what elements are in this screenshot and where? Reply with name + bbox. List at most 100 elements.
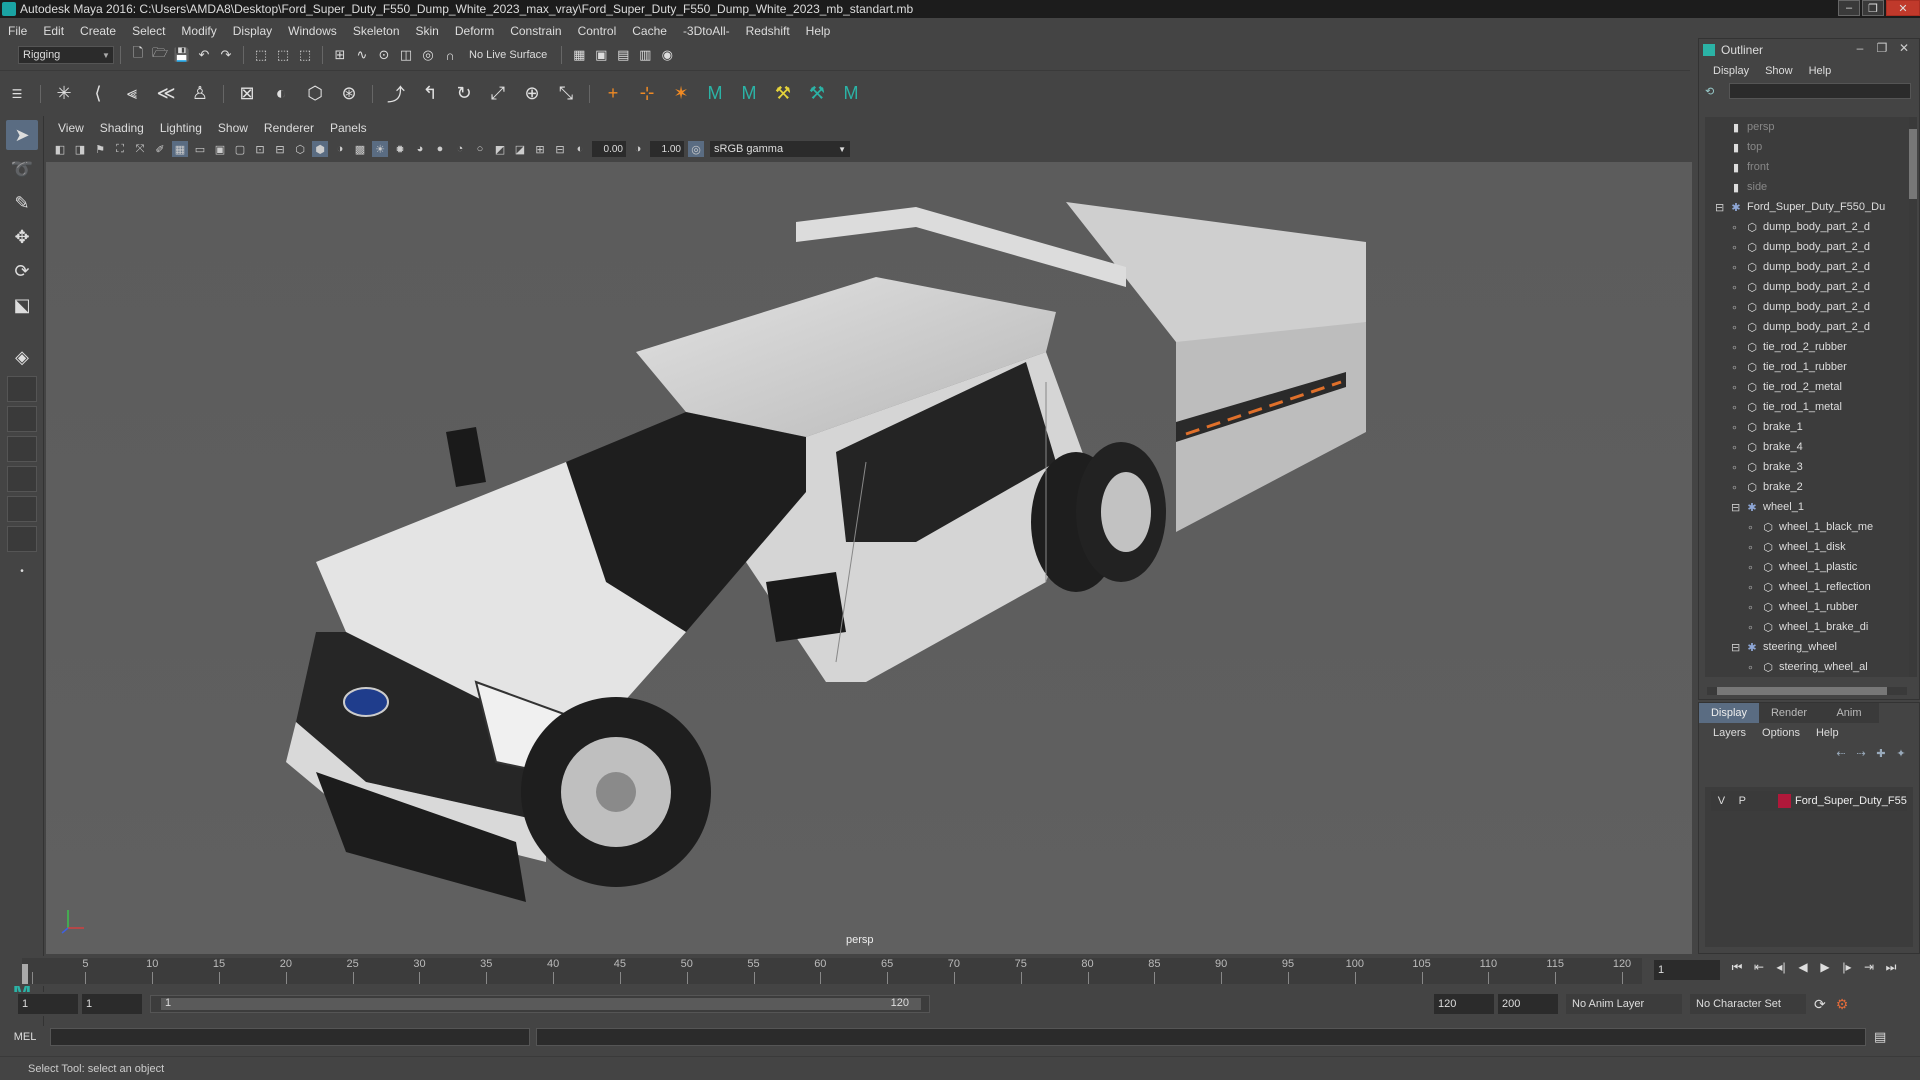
outliner-item[interactable]: ∘ ⬡ tie_rod_1_metal — [1705, 397, 1909, 417]
outliner-maximize-button[interactable]: ❐ — [1871, 41, 1893, 55]
playback-start-field[interactable]: 1 — [82, 994, 142, 1014]
menu-display[interactable]: Display — [225, 24, 280, 38]
shelf-options-icon[interactable]: ☰ — [3, 80, 31, 108]
viewport-menu-lighting[interactable]: Lighting — [152, 121, 210, 135]
ipr-render-icon[interactable]: ▤ — [614, 46, 632, 64]
shadows-icon[interactable]: ✹ — [392, 141, 408, 157]
outliner-item[interactable]: ∘ ⬡ wheel_1_black_me — [1705, 517, 1909, 537]
outliner-menu-help[interactable]: Help — [1801, 65, 1840, 77]
new-scene-icon[interactable]: 🗋 — [129, 45, 147, 64]
ik-handle-icon[interactable]: ⟨ — [84, 80, 112, 108]
play-forwards-icon[interactable]: ▶ — [1814, 960, 1836, 980]
outliner-item[interactable]: ⊟ ✱ wheel_1 — [1705, 497, 1909, 517]
menu-set-dropdown[interactable]: Rigging ▼ — [18, 46, 114, 64]
gamma-field[interactable]: 1.00 — [650, 141, 684, 157]
outliner-item[interactable]: ∘ ⬡ brake_2 — [1705, 477, 1909, 497]
outliner-item[interactable]: ∘ ⬡ dump_body_part_2_d — [1705, 257, 1909, 277]
outliner-item[interactable]: ∘ ⬡ dump_body_part_2_d — [1705, 317, 1909, 337]
outliner-item[interactable]: ⊟ ✱ Ford_Super_Duty_F550_Du — [1705, 197, 1909, 217]
ik-spline-icon[interactable]: ⫷ — [118, 80, 146, 108]
viewport-menu-show[interactable]: Show — [210, 121, 256, 135]
lasso-tool-icon[interactable]: ➰ — [6, 154, 38, 184]
select-object-icon[interactable]: ⬚ — [274, 46, 292, 64]
isolate-select-icon[interactable]: ◩ — [492, 141, 508, 157]
snap-magnet-icon[interactable]: ∩ — [441, 46, 459, 64]
snap-curve-icon[interactable]: ∿ — [353, 46, 371, 64]
exposure-field[interactable]: 0.00 — [592, 141, 626, 157]
screen-space-ao-icon[interactable]: ◕ — [412, 141, 428, 157]
joint-tool-icon[interactable]: ✳ — [50, 80, 78, 108]
tab-anim[interactable]: Anim — [1819, 703, 1879, 723]
humanik-icon[interactable]: ♙ — [186, 80, 214, 108]
menu-redshift[interactable]: Redshift — [738, 24, 798, 38]
step-forward-frame-icon[interactable]: |▸ — [1836, 960, 1858, 980]
viewport-3d-scene[interactable]: persp — [46, 162, 1692, 954]
viewport-menu-renderer[interactable]: Renderer — [256, 121, 322, 135]
new-layer-from-selection-icon[interactable]: ✦ — [1891, 747, 1911, 760]
animation-start-field[interactable]: 1 — [18, 994, 78, 1014]
layer-color-swatch[interactable] — [1777, 794, 1791, 808]
exposure-icon[interactable]: ◐ — [572, 141, 588, 157]
select-tool-icon[interactable]: ➤ — [6, 120, 38, 150]
redo-icon[interactable]: ↷ — [217, 46, 235, 64]
command-language-toggle[interactable]: MEL — [0, 1031, 50, 1043]
driven-key-icon[interactable]: ⊹ — [633, 80, 661, 108]
maximize-button[interactable]: ❐ — [1862, 0, 1884, 16]
menu-help[interactable]: Help — [798, 24, 839, 38]
viewport-menu-panels[interactable]: Panels — [322, 121, 375, 135]
render-view-icon[interactable]: ▦ — [570, 46, 588, 64]
menu-skeleton[interactable]: Skeleton — [345, 24, 408, 38]
collapse-icon[interactable]: ⊟ — [1731, 641, 1745, 654]
layer-visibility-toggle[interactable]: V — [1711, 795, 1732, 807]
color-management-icon[interactable]: ◎ — [688, 141, 704, 157]
step-forward-key-icon[interactable]: ⇥ — [1858, 960, 1880, 980]
minimize-button[interactable]: – — [1838, 0, 1860, 16]
step-back-frame-icon[interactable]: ◂| — [1770, 960, 1792, 980]
refresh-icon[interactable]: ⟲ — [1705, 85, 1721, 98]
script-tool-icon-2[interactable]: ⚒ — [803, 80, 831, 108]
hypershade-icon[interactable]: ◉ — [658, 46, 676, 64]
camera-select-icon[interactable]: ◧ — [52, 141, 68, 157]
outliner-item[interactable]: ▮ persp — [1705, 117, 1909, 137]
locator-icon[interactable]: + — [599, 80, 627, 108]
bookmark-icon[interactable]: ⚑ — [92, 141, 108, 157]
outliner-item[interactable]: ∘ ⬡ dump_body_part_2_d — [1705, 237, 1909, 257]
outliner-item[interactable]: ∘ ⬡ wheel_1_brake_di — [1705, 617, 1909, 637]
menu-deform[interactable]: Deform — [447, 24, 502, 38]
image-plane-icon[interactable]: ⛶ — [112, 141, 128, 157]
character-set-dropdown[interactable]: No Character Set — [1690, 994, 1806, 1014]
anim-layer-dropdown[interactable]: No Anim Layer — [1566, 994, 1682, 1014]
last-tool-icon[interactable]: ◈ — [6, 342, 38, 372]
outliner-close-button[interactable]: ✕ — [1893, 41, 1915, 55]
graph-editor-layout-icon[interactable] — [7, 496, 37, 522]
paint-select-tool-icon[interactable]: ✎ — [6, 188, 38, 218]
lattice-icon[interactable]: ⬡ — [301, 80, 329, 108]
layer-playback-toggle[interactable]: P — [1732, 795, 1753, 807]
depth-of-field-icon[interactable]: ○ — [472, 141, 488, 157]
xray-icon[interactable]: ◪ — [512, 141, 528, 157]
parent-constraint-icon[interactable]: ⤴ — [382, 80, 410, 108]
snap-point-icon[interactable]: ⊙ — [375, 46, 393, 64]
wireframe-on-shaded-icon[interactable]: ◑ — [332, 141, 348, 157]
select-component-icon[interactable]: ⬚ — [296, 46, 314, 64]
menu-modify[interactable]: Modify — [173, 24, 224, 38]
open-scene-icon[interactable]: 🗁 — [151, 45, 169, 64]
outliner-item[interactable]: ▮ side — [1705, 177, 1909, 197]
outliner-item[interactable]: ∘ ⬡ brake_3 — [1705, 457, 1909, 477]
render-settings-icon[interactable]: ▥ — [636, 46, 654, 64]
motion-blur-icon[interactable]: ● — [432, 141, 448, 157]
view-transform-dropdown[interactable]: sRGB gamma ▼ — [710, 141, 850, 157]
outliner-item[interactable]: ∘ ⬡ tie_rod_1_rubber — [1705, 357, 1909, 377]
orient-constraint-icon[interactable]: ↻ — [450, 80, 478, 108]
bind-skin-icon[interactable]: ⊠ — [233, 80, 261, 108]
command-input[interactable] — [50, 1028, 530, 1046]
outliner-item[interactable]: ∘ ⬡ wheel_1_disk — [1705, 537, 1909, 557]
outliner-minimize-button[interactable]: – — [1849, 41, 1871, 55]
camera-attributes-icon[interactable]: ◨ — [72, 141, 88, 157]
outliner-item[interactable]: ∘ ⬡ wheel_1_plastic — [1705, 557, 1909, 577]
auto-key-icon[interactable]: ⟳ — [1814, 996, 1826, 1013]
script-tool-icon-1[interactable]: ⚒ — [769, 80, 797, 108]
insert-joint-icon[interactable]: ≪ — [152, 80, 180, 108]
safe-action-icon[interactable]: ⊟ — [272, 141, 288, 157]
aim-constraint-icon[interactable]: ⊕ — [518, 80, 546, 108]
